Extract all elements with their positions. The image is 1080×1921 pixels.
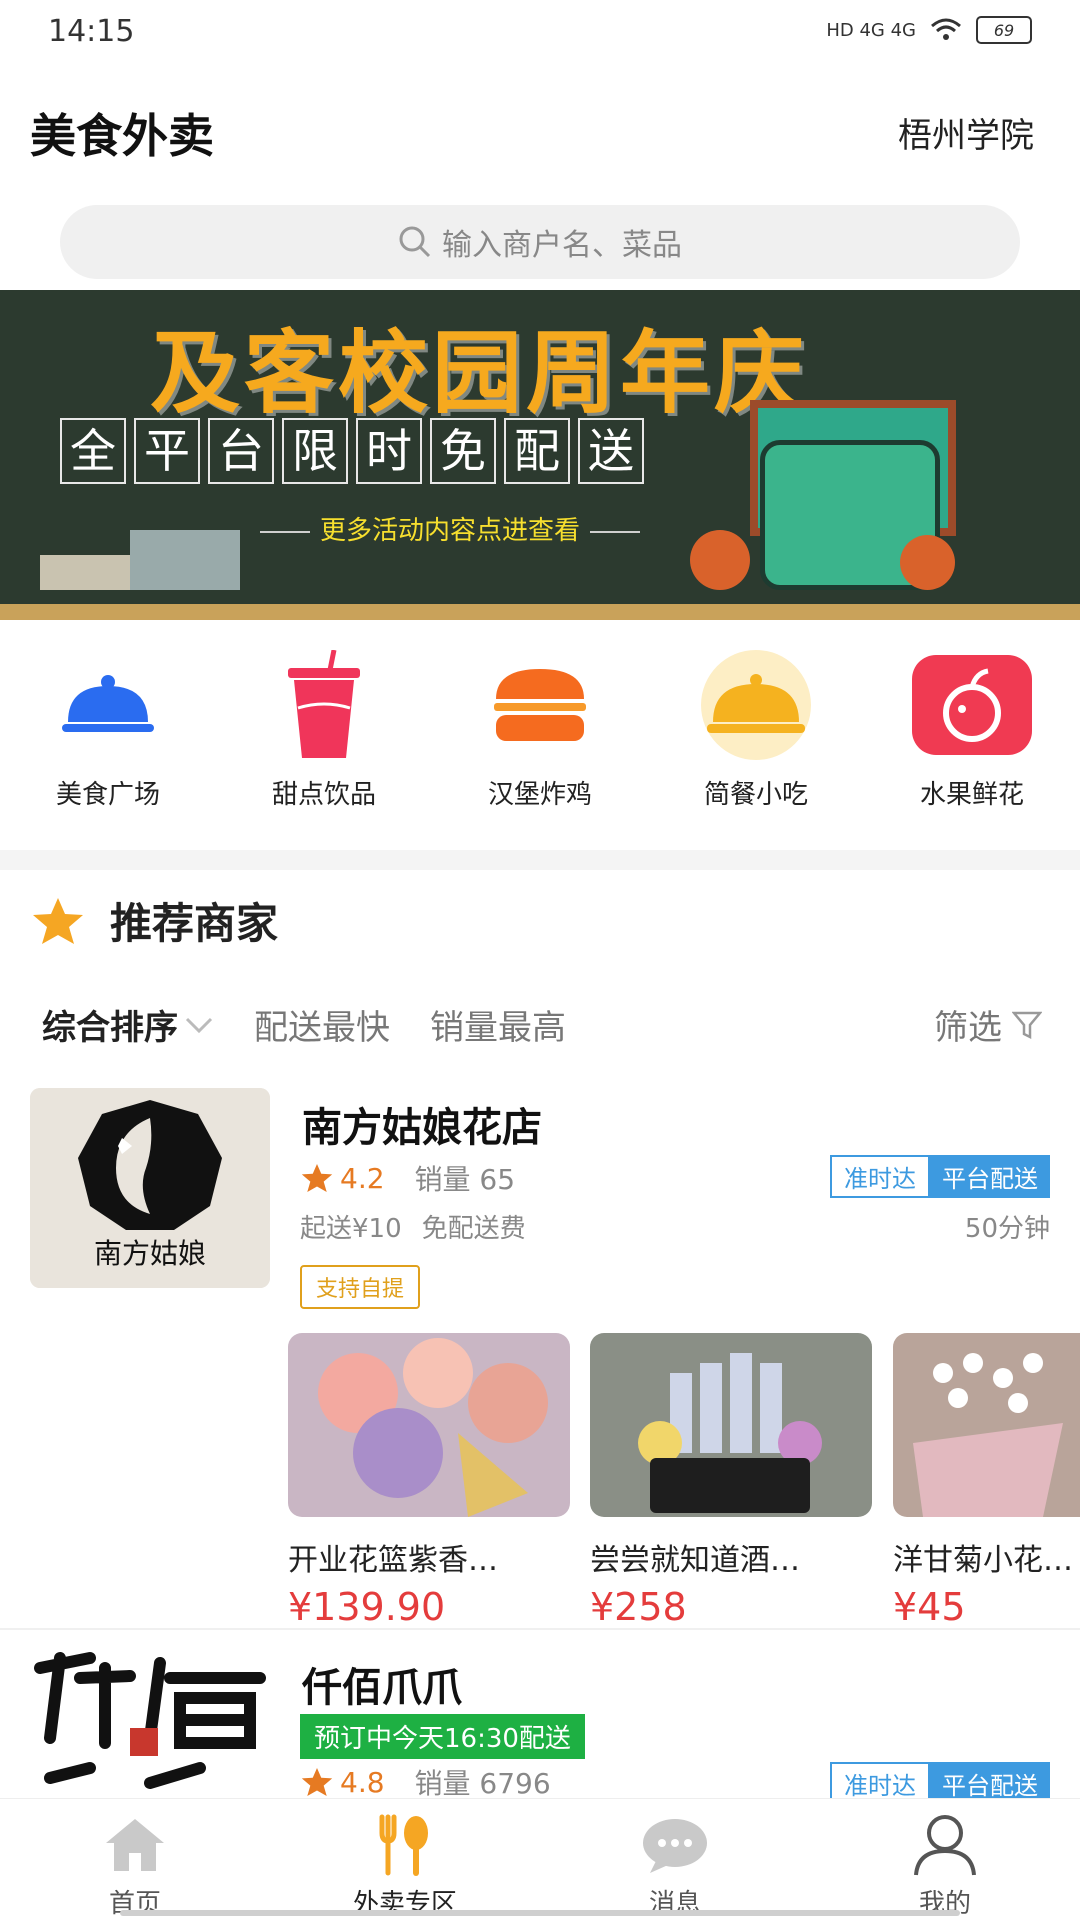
product-name: 开业花篮紫香… xyxy=(288,1543,498,1578)
filter-icon xyxy=(1012,1011,1042,1039)
fork-spoon-icon xyxy=(379,1814,428,1876)
product-image xyxy=(893,1333,1080,1517)
star-icon xyxy=(301,1768,333,1796)
banner-ball-illustration xyxy=(900,535,955,590)
shop-delivery-info: 起送¥10 免配送费 xyxy=(300,1208,526,1245)
shop-divider xyxy=(0,1628,1080,1630)
sort-top-sales[interactable]: 销量最高 xyxy=(430,1000,566,1049)
home-indicator xyxy=(120,1910,960,1916)
shop-stats: 4.8 销量 6796 xyxy=(300,1762,551,1802)
chat-icon xyxy=(643,1819,707,1873)
banner-title: 及客校园周年庆 xyxy=(150,321,808,426)
chevron-down-icon xyxy=(185,1017,213,1033)
banner-building-illustration xyxy=(130,530,240,590)
battery-icon: 69 xyxy=(976,16,1032,44)
search-icon xyxy=(399,226,431,258)
preorder-badge: 预订中今天16:30配送 xyxy=(300,1714,585,1759)
tag-platform-delivery: 平台配送 xyxy=(930,1155,1050,1198)
shop-logo-image xyxy=(30,1648,270,1798)
category-desserts-drinks[interactable]: 甜点饮品 xyxy=(216,650,432,840)
shop-sales: 销量 6796 xyxy=(414,1767,551,1800)
banner-building-illustration xyxy=(40,555,130,590)
shop-stats: 4.2 销量 65 xyxy=(300,1158,515,1198)
product-card[interactable]: 洋甘菊小花… ¥45 xyxy=(893,1333,1080,1629)
nav-home[interactable]: 首页 xyxy=(0,1799,270,1921)
category-label: 美食广场 xyxy=(55,780,160,810)
nav-takeout[interactable]: 外卖专区 xyxy=(270,1799,540,1921)
drink-cup-icon xyxy=(259,650,389,760)
product-name: 尝尝就知道酒… xyxy=(590,1543,800,1578)
category-label: 水果鲜花 xyxy=(919,780,1024,810)
banner-frame xyxy=(0,604,1080,620)
page-title: 美食外卖 xyxy=(30,109,214,163)
category-food-plaza[interactable]: 美食广场 xyxy=(0,650,216,840)
wifi-icon xyxy=(931,18,961,40)
delivery-fee: 免配送费 xyxy=(421,1214,526,1244)
tag-on-time: 准时达 xyxy=(830,1155,930,1198)
shop-sales: 销量 65 xyxy=(414,1163,516,1196)
search-input[interactable]: 输入商户名、菜品 xyxy=(60,205,1020,279)
shop-name[interactable]: 仟佰爪爪 xyxy=(302,1655,462,1713)
banner-link: 更多活动内容点进查看 xyxy=(250,510,650,547)
filter-button[interactable]: 筛选 xyxy=(934,1000,1042,1049)
product-card[interactable]: 开业花篮紫香… ¥139.90 xyxy=(288,1333,570,1629)
search-placeholder: 输入商户名、菜品 xyxy=(442,228,682,263)
status-bar: 14:15 HD 4G 4G 69 xyxy=(0,0,1080,70)
category-fruits-flowers[interactable]: 水果鲜花 xyxy=(864,650,1080,840)
burger-icon xyxy=(475,650,605,760)
cloche-icon xyxy=(691,650,821,760)
section-divider xyxy=(0,850,1080,870)
product-price: ¥139.90 xyxy=(288,1585,446,1629)
product-card[interactable]: 尝尝就知道酒… ¥258 xyxy=(590,1333,872,1629)
delivery-tags: 准时达 平台配送 xyxy=(830,1155,1050,1198)
promo-banner[interactable]: 及客校园周年庆 全 平 台 限 时 免 配 送 更多活动内容点进查看 xyxy=(0,290,1080,620)
shop-rating: 4.8 xyxy=(300,1766,385,1799)
product-name: 洋甘菊小花… xyxy=(893,1543,1073,1578)
shop-name[interactable]: 南方姑娘花店 xyxy=(302,1095,542,1153)
category-label: 汉堡炸鸡 xyxy=(487,780,592,810)
category-label: 简餐小吃 xyxy=(703,780,808,810)
category-snacks[interactable]: 简餐小吃 xyxy=(648,650,864,840)
shop-logo-text: 南方姑娘 xyxy=(93,1237,206,1270)
banner-subtitle: 全 平 台 限 时 免 配 送 xyxy=(60,418,644,484)
location-selector[interactable]: 梧州学院 xyxy=(898,108,1034,157)
pickup-badge: 支持自提 xyxy=(300,1265,421,1309)
shop-logo[interactable]: 南方姑娘 xyxy=(30,1088,270,1288)
category-label: 甜点饮品 xyxy=(271,780,376,810)
sort-fastest-delivery[interactable]: 配送最快 xyxy=(254,1000,390,1049)
status-icons: HD 4G 4G 69 xyxy=(826,16,1032,44)
section-title: 推荐商家 xyxy=(110,899,279,948)
bottom-nav: 首页 外卖专区 消息 我的 xyxy=(0,1798,1080,1921)
min-order: 起送¥10 xyxy=(300,1214,402,1244)
recommended-shops-header: 推荐商家 xyxy=(30,890,278,951)
banner-ball-illustration xyxy=(690,530,750,590)
nav-profile[interactable]: 我的 xyxy=(810,1799,1080,1921)
product-price: ¥258 xyxy=(590,1585,687,1629)
sort-comprehensive[interactable]: 综合排序 xyxy=(42,1000,214,1049)
delivery-time: 50分钟 xyxy=(964,1214,1050,1244)
product-image xyxy=(288,1333,570,1517)
user-icon xyxy=(914,1815,976,1876)
product-price: ¥45 xyxy=(893,1585,966,1629)
apple-icon xyxy=(907,650,1037,760)
category-burgers-chicken[interactable]: 汉堡炸鸡 xyxy=(432,650,648,840)
status-time: 14:15 xyxy=(48,14,135,49)
sort-bar: 综合排序 配送最快 销量最高 筛选 xyxy=(42,1000,1042,1049)
network-indicator: HD 4G 4G xyxy=(826,19,916,41)
nav-messages[interactable]: 消息 xyxy=(540,1799,810,1921)
shop-logo[interactable] xyxy=(30,1648,270,1798)
cloche-icon xyxy=(43,650,173,760)
home-icon xyxy=(106,1819,164,1871)
star-icon xyxy=(33,897,83,944)
product-image xyxy=(590,1333,872,1517)
category-grid: 美食广场 甜点饮品 汉堡炸鸡 简餐小吃 水果鲜花 xyxy=(0,650,1080,840)
shop-rating: 4.2 xyxy=(300,1162,385,1195)
star-icon xyxy=(301,1164,333,1192)
